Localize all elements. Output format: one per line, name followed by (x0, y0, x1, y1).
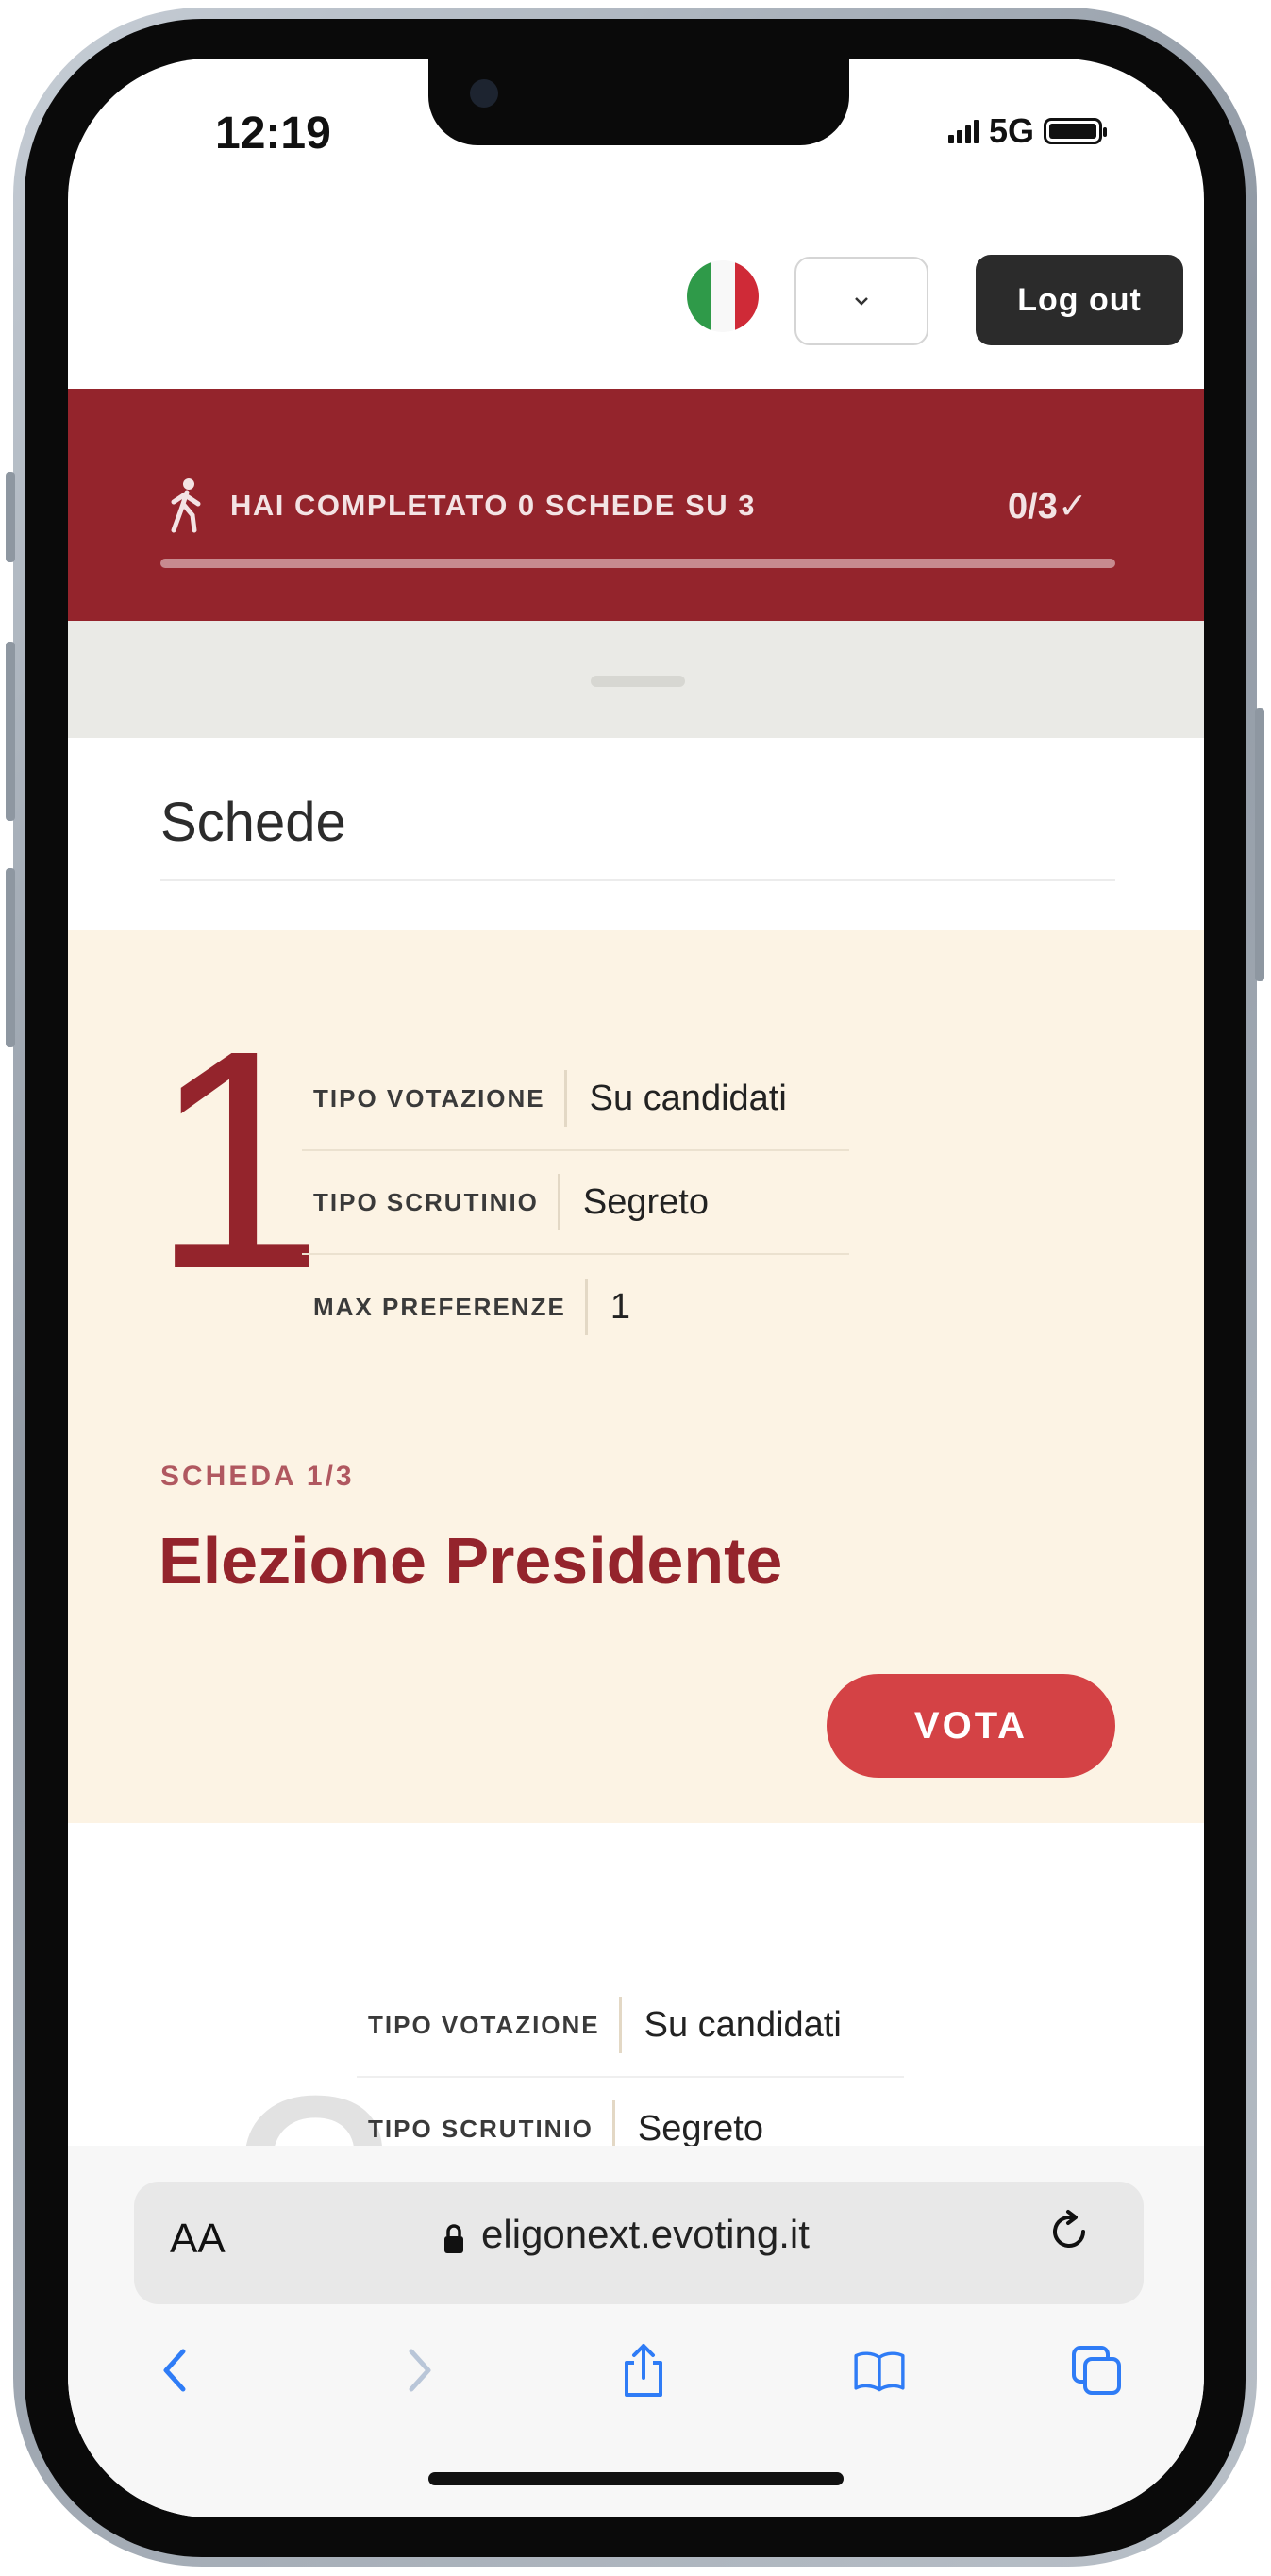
divider (160, 879, 1115, 881)
detail-value: Segreto (582, 1181, 709, 1222)
text-size-label: AA (170, 2216, 226, 2262)
chevron-down-icon (855, 297, 868, 306)
language-select[interactable] (794, 257, 928, 345)
walking-person-icon (171, 478, 201, 533)
status-indicators: 5G (947, 111, 1107, 151)
volume-up-button (6, 642, 15, 821)
lock-icon (444, 2224, 463, 2253)
italy-flag-icon[interactable] (687, 260, 759, 332)
sheet-drag-handle[interactable] (591, 676, 685, 687)
status-time: 12:19 (215, 109, 331, 159)
bookmarks-icon[interactable] (851, 2342, 908, 2399)
url-text[interactable]: eligonext.evoting.it (481, 2212, 810, 2257)
volume-down-button (6, 868, 15, 1047)
detail-separator (563, 1070, 567, 1127)
battery-icon (1044, 118, 1107, 144)
tabs-icon[interactable] (1068, 2342, 1125, 2399)
home-indicator[interactable] (428, 2472, 844, 2485)
text-size-icon[interactable]: AA (170, 2216, 226, 2263)
network-type: 5G (988, 111, 1034, 150)
detail-label: TIPO VOTAZIONE (368, 2010, 600, 2039)
detail-value: Su candidati (644, 2004, 842, 2045)
detail-separator (618, 1997, 622, 2053)
signal-icon (947, 119, 979, 143)
detail-separator (584, 1279, 588, 1335)
detail-value: Segreto (637, 2108, 763, 2149)
ballot-kicker: SCHEDA 1/3 (160, 1461, 355, 1492)
detail-label: TIPO SCRUTINIO (368, 2114, 594, 2143)
ballot-detail-row: TIPO VOTAZIONE Su candidati (357, 1974, 904, 2078)
power-button (1255, 708, 1264, 981)
phone-screen: 12:19 5G Log out HAI COMPLETATO 0 SCHEDE… (68, 59, 1204, 2517)
ballot-detail-row: MAX PREFERENZE 1 (302, 1255, 849, 1359)
progress-label: HAI COMPLETATO 0 SCHEDE SU 3 (230, 489, 757, 522)
ballot-detail-row: TIPO VOTAZIONE Su candidati (302, 1047, 849, 1151)
ballot-detail-row: TIPO SCRUTINIO Segreto (302, 1151, 849, 1255)
section-title: Schede (160, 792, 346, 853)
ballot-number: 1 (151, 985, 325, 1333)
detail-label: TIPO SCRUTINIO (313, 1187, 539, 1216)
forward-icon[interactable] (389, 2342, 445, 2399)
detail-label: MAX PREFERENZE (313, 1292, 566, 1321)
progress-bar (160, 559, 1115, 568)
vote-button[interactable]: VOTA (827, 1674, 1115, 1778)
detail-label: TIPO VOTAZIONE (313, 1083, 545, 1112)
detail-separator (557, 1174, 560, 1230)
share-icon[interactable] (615, 2342, 672, 2399)
progress-count: 0/3✓ (1008, 487, 1088, 527)
logout-button[interactable]: Log out (976, 255, 1183, 345)
reload-icon[interactable] (1044, 2206, 1095, 2257)
back-icon[interactable] (149, 2342, 206, 2399)
detail-value: Su candidati (589, 1078, 787, 1118)
ballot-title: Elezione Presidente (159, 1524, 783, 1597)
ballot-details: TIPO VOTAZIONE Su candidati TIPO SCRUTIN… (302, 1047, 849, 1359)
detail-value: 1 (610, 1286, 630, 1327)
mute-switch (6, 472, 15, 562)
front-camera (470, 79, 498, 108)
